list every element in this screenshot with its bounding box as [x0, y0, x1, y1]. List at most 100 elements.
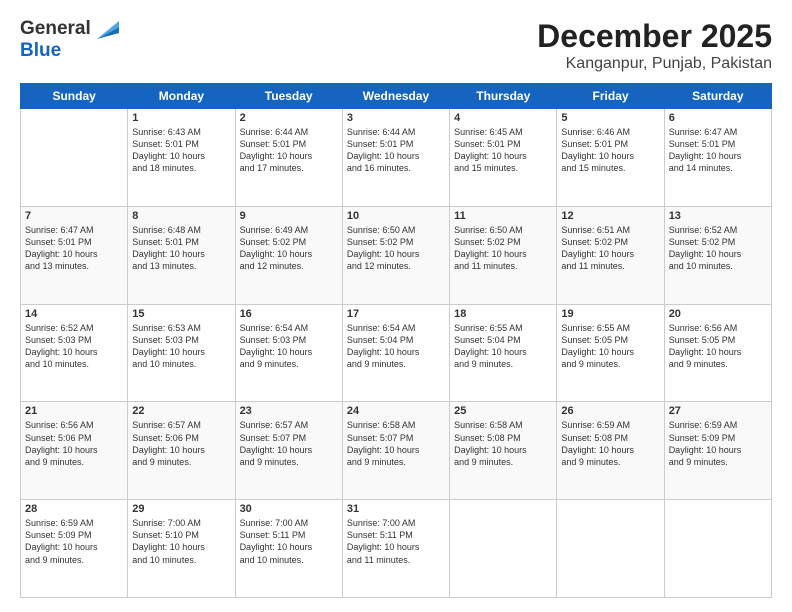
day-number: 19 — [561, 308, 659, 320]
table-row: 10Sunrise: 6:50 AM Sunset: 5:02 PM Dayli… — [342, 206, 449, 304]
day-info: Sunrise: 6:55 AM Sunset: 5:04 PM Dayligh… — [454, 322, 552, 371]
day-number: 29 — [132, 503, 230, 515]
day-number: 14 — [25, 308, 123, 320]
day-number: 7 — [25, 210, 123, 222]
table-row: 30 Sunrise: 7:00 AM Sunset: 5:11 PM Dayli… — [235, 500, 342, 598]
day-info: Sunrise: 6:59 AM Sunset: 5:09 PM Dayligh… — [669, 419, 767, 468]
day-number: 4 — [454, 112, 552, 124]
day-info: Sunrise: 6:58 AM Sunset: 5:07 PM Dayligh… — [347, 419, 445, 468]
header-sunday: Sunday — [21, 84, 128, 109]
day-info: Sunrise: 6:57 AM Sunset: 5:06 PM Dayligh… — [132, 419, 230, 468]
day-info: Sunrise: 7:00 AM Sunset: 5:11 PM Dayligh… — [240, 517, 338, 566]
table-row: 21Sunrise: 6:56 AM Sunset: 5:06 PM Dayli… — [21, 402, 128, 500]
table-row: 20 Sunrise: 6:56 AM Sunset: 5:05 PM Dayli… — [664, 304, 771, 402]
day-info: Sunrise: 6:52 AM Sunset: 5:03 PM Dayligh… — [25, 322, 123, 371]
day-number: 24 — [347, 405, 445, 417]
logo-text: General — [20, 18, 91, 40]
day-info: Sunrise: 6:52 AM Sunset: 5:02 PM Dayligh… — [669, 224, 767, 273]
table-row: 7 Sunrise: 6:47 AM Sunset: 5:01 PM Daylig… — [21, 206, 128, 304]
calendar-week-row: 28 Sunrise: 6:59 AM Sunset: 5:09 PM Dayli… — [21, 500, 772, 598]
table-row: 11 Sunrise: 6:50 AM Sunset: 5:02 PM Dayli… — [450, 206, 557, 304]
table-row: 6 Sunrise: 6:47 AM Sunset: 5:01 PM Daylig… — [664, 109, 771, 207]
day-number: 31 — [347, 503, 445, 515]
header-wednesday: Wednesday — [342, 84, 449, 109]
header: General Blue December 2025 Kanganpur, Pu… — [20, 18, 772, 73]
table-row — [664, 500, 771, 598]
calendar-title: December 2025 — [537, 18, 772, 55]
header-monday: Monday — [128, 84, 235, 109]
day-info: Sunrise: 6:46 AM Sunset: 5:01 PM Dayligh… — [561, 126, 659, 175]
table-row: 12 Sunrise: 6:51 AM Sunset: 5:02 PM Dayli… — [557, 206, 664, 304]
day-info: Sunrise: 6:58 AM Sunset: 5:08 PM Dayligh… — [454, 419, 552, 468]
day-number: 5 — [561, 112, 659, 124]
day-number: 15 — [132, 308, 230, 320]
day-number: 6 — [669, 112, 767, 124]
calendar-table: Sunday Monday Tuesday Wednesday Thursday… — [20, 83, 772, 598]
day-number: 23 — [240, 405, 338, 417]
day-info: Sunrise: 6:54 AM Sunset: 5:03 PM Dayligh… — [240, 322, 338, 371]
day-number: 3 — [347, 112, 445, 124]
logo: General Blue — [20, 18, 119, 62]
table-row: 15Sunrise: 6:53 AM Sunset: 5:03 PM Dayli… — [128, 304, 235, 402]
day-number: 20 — [669, 308, 767, 320]
table-row: 29 Sunrise: 7:00 AM Sunset: 5:10 PM Dayli… — [128, 500, 235, 598]
table-row — [21, 109, 128, 207]
table-row: 19Sunrise: 6:55 AM Sunset: 5:05 PM Dayli… — [557, 304, 664, 402]
day-number: 25 — [454, 405, 552, 417]
day-info: Sunrise: 6:45 AM Sunset: 5:01 PM Dayligh… — [454, 126, 552, 175]
table-row: 22 Sunrise: 6:57 AM Sunset: 5:06 PM Dayli… — [128, 402, 235, 500]
title-block: December 2025 Kanganpur, Punjab, Pakista… — [537, 18, 772, 73]
table-row — [557, 500, 664, 598]
header-thursday: Thursday — [450, 84, 557, 109]
table-row: 18 Sunrise: 6:55 AM Sunset: 5:04 PM Dayli… — [450, 304, 557, 402]
day-info: Sunrise: 7:00 AM Sunset: 5:10 PM Dayligh… — [132, 517, 230, 566]
day-info: Sunrise: 6:44 AM Sunset: 5:01 PM Dayligh… — [347, 126, 445, 175]
table-row: 5 Sunrise: 6:46 AM Sunset: 5:01 PM Daylig… — [557, 109, 664, 207]
day-number: 18 — [454, 308, 552, 320]
table-row: 13 Sunrise: 6:52 AM Sunset: 5:02 PM Dayli… — [664, 206, 771, 304]
day-info: Sunrise: 6:57 AM Sunset: 5:07 PM Dayligh… — [240, 419, 338, 468]
day-number: 12 — [561, 210, 659, 222]
table-row — [450, 500, 557, 598]
calendar-week-row: 7 Sunrise: 6:47 AM Sunset: 5:01 PM Daylig… — [21, 206, 772, 304]
header-friday: Friday — [557, 84, 664, 109]
day-info: Sunrise: 7:00 AM Sunset: 5:11 PM Dayligh… — [347, 517, 445, 566]
day-number: 27 — [669, 405, 767, 417]
table-row: 9Sunrise: 6:49 AM Sunset: 5:02 PM Daylig… — [235, 206, 342, 304]
day-info: Sunrise: 6:56 AM Sunset: 5:06 PM Dayligh… — [25, 419, 123, 468]
day-number: 1 — [132, 112, 230, 124]
day-number: 11 — [454, 210, 552, 222]
table-row: 25 Sunrise: 6:58 AM Sunset: 5:08 PM Dayli… — [450, 402, 557, 500]
calendar-subtitle: Kanganpur, Punjab, Pakistan — [537, 55, 772, 73]
table-row: 17 Sunrise: 6:54 AM Sunset: 5:04 PM Dayli… — [342, 304, 449, 402]
day-number: 30 — [240, 503, 338, 515]
day-number: 16 — [240, 308, 338, 320]
day-info: Sunrise: 6:48 AM Sunset: 5:01 PM Dayligh… — [132, 224, 230, 273]
day-number: 13 — [669, 210, 767, 222]
day-info: Sunrise: 6:56 AM Sunset: 5:05 PM Dayligh… — [669, 322, 767, 371]
day-number: 22 — [132, 405, 230, 417]
day-info: Sunrise: 6:44 AM Sunset: 5:01 PM Dayligh… — [240, 126, 338, 175]
day-number: 8 — [132, 210, 230, 222]
table-row: 27 Sunrise: 6:59 AM Sunset: 5:09 PM Dayli… — [664, 402, 771, 500]
day-info: Sunrise: 6:54 AM Sunset: 5:04 PM Dayligh… — [347, 322, 445, 371]
calendar-week-row: 21Sunrise: 6:56 AM Sunset: 5:06 PM Dayli… — [21, 402, 772, 500]
table-row: 2 Sunrise: 6:44 AM Sunset: 5:01 PM Daylig… — [235, 109, 342, 207]
table-row: 3 Sunrise: 6:44 AM Sunset: 5:01 PM Daylig… — [342, 109, 449, 207]
day-number: 9 — [240, 210, 338, 222]
header-saturday: Saturday — [664, 84, 771, 109]
day-number: 10 — [347, 210, 445, 222]
day-info: Sunrise: 6:47 AM Sunset: 5:01 PM Dayligh… — [669, 126, 767, 175]
day-number: 26 — [561, 405, 659, 417]
day-info: Sunrise: 6:51 AM Sunset: 5:02 PM Dayligh… — [561, 224, 659, 273]
table-row: 24 Sunrise: 6:58 AM Sunset: 5:07 PM Dayli… — [342, 402, 449, 500]
day-number: 28 — [25, 503, 123, 515]
day-info: Sunrise: 6:59 AM Sunset: 5:09 PM Dayligh… — [25, 517, 123, 566]
day-number: 17 — [347, 308, 445, 320]
day-info: Sunrise: 6:47 AM Sunset: 5:01 PM Dayligh… — [25, 224, 123, 273]
table-row: 1 Sunrise: 6:43 AM Sunset: 5:01 PM Daylig… — [128, 109, 235, 207]
day-number: 2 — [240, 112, 338, 124]
table-row: 14 Sunrise: 6:52 AM Sunset: 5:03 PM Dayli… — [21, 304, 128, 402]
day-info: Sunrise: 6:50 AM Sunset: 5:02 PM Dayligh… — [454, 224, 552, 273]
day-info: Sunrise: 6:43 AM Sunset: 5:01 PM Dayligh… — [132, 126, 230, 175]
